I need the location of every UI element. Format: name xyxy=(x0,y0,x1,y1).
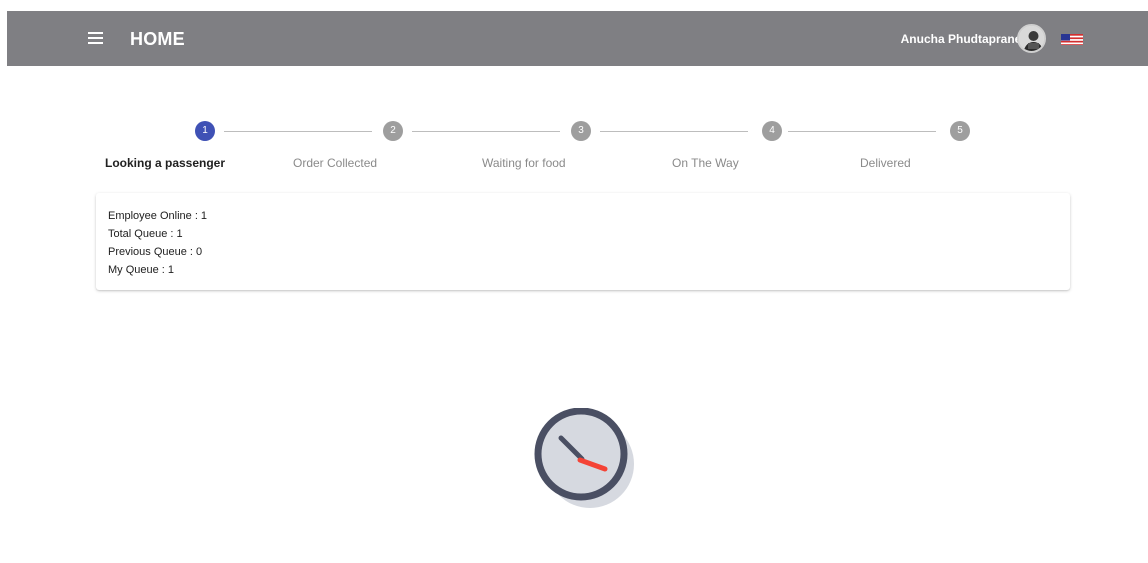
step-1-circle: 1 xyxy=(195,121,215,141)
step-1-label: Looking a passenger xyxy=(105,156,226,170)
us-flag-icon[interactable] xyxy=(1061,33,1083,45)
step-2-label: Order Collected xyxy=(293,156,378,170)
step-connector xyxy=(600,131,748,132)
menu-icon[interactable] xyxy=(85,27,107,49)
employee-online-text: Employee Online : 1 xyxy=(108,210,208,222)
clock-icon xyxy=(533,407,637,512)
step-3-label: Waiting for food xyxy=(482,156,566,170)
total-queue-text: Total Queue : 1 xyxy=(108,228,183,240)
step-4-label: On The Way xyxy=(672,156,739,170)
page-title: HOME xyxy=(130,29,185,49)
step-connector xyxy=(788,131,936,132)
step-5-circle: 5 xyxy=(950,121,970,141)
step-5-label: Delivered xyxy=(860,156,911,170)
step-2-circle: 2 xyxy=(383,121,403,141)
queue-info-card: Employee Online : 1 Total Queue : 1 Prev… xyxy=(96,193,1070,290)
app-bar: HOME Anucha Phudtapranee xyxy=(7,11,1148,66)
previous-queue-text: Previous Queue : 0 xyxy=(108,246,203,258)
step-3-circle: 3 xyxy=(571,121,591,141)
step-connector xyxy=(412,131,560,132)
avatar[interactable] xyxy=(1017,24,1046,53)
my-queue-text: My Queue : 1 xyxy=(108,264,175,276)
step-connector xyxy=(224,131,372,132)
step-4-circle: 4 xyxy=(762,121,782,141)
order-stepper: 1 2 3 4 5 Looking a passenger Order Coll… xyxy=(0,118,1148,178)
user-name[interactable]: Anucha Phudtapranee xyxy=(901,32,1028,46)
